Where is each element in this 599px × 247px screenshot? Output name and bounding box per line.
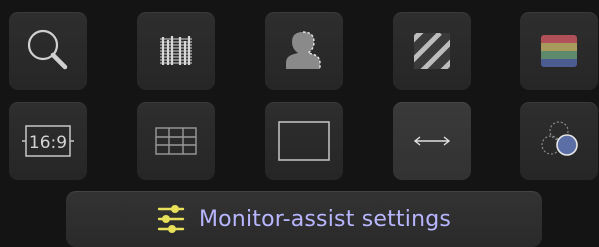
peaking-tool-button[interactable] — [265, 12, 343, 90]
double-arrow-icon — [413, 136, 451, 146]
aspect-ratio-icon: 16:9 — [22, 125, 74, 157]
settings-button-label: Monitor-assist settings — [198, 206, 452, 232]
monochrome-tool-button[interactable] — [520, 102, 598, 180]
aspect-ratio-label: 16:9 — [29, 133, 67, 153]
waveform-icon — [160, 36, 192, 65]
grid-tool-button[interactable] — [137, 102, 215, 180]
frame-guide-icon — [278, 121, 330, 161]
magnifier-icon — [27, 29, 68, 70]
zebra-tool-button[interactable] — [393, 12, 471, 90]
monitor-assist-settings-button[interactable]: Monitor-assist settings — [66, 191, 542, 247]
zoom-tool-button[interactable] — [9, 12, 87, 90]
monitor-assist-panel: 16:9 Monitor-assist settings — [0, 0, 599, 247]
waveform-tool-button[interactable] — [137, 12, 215, 90]
desqueeze-tool-button[interactable] — [393, 102, 471, 180]
false-color-tool-button[interactable] — [520, 12, 598, 90]
color-channels-icon — [541, 121, 578, 156]
zebra-stripes-icon — [414, 33, 450, 69]
sliders-icon — [157, 205, 185, 233]
false-color-icon — [541, 35, 577, 67]
peaking-silhouette-icon — [286, 31, 321, 69]
frame-guide-tool-button[interactable] — [265, 102, 343, 180]
aspect-ratio-tool-button[interactable]: 16:9 — [9, 102, 87, 180]
grid-icon — [155, 127, 197, 155]
